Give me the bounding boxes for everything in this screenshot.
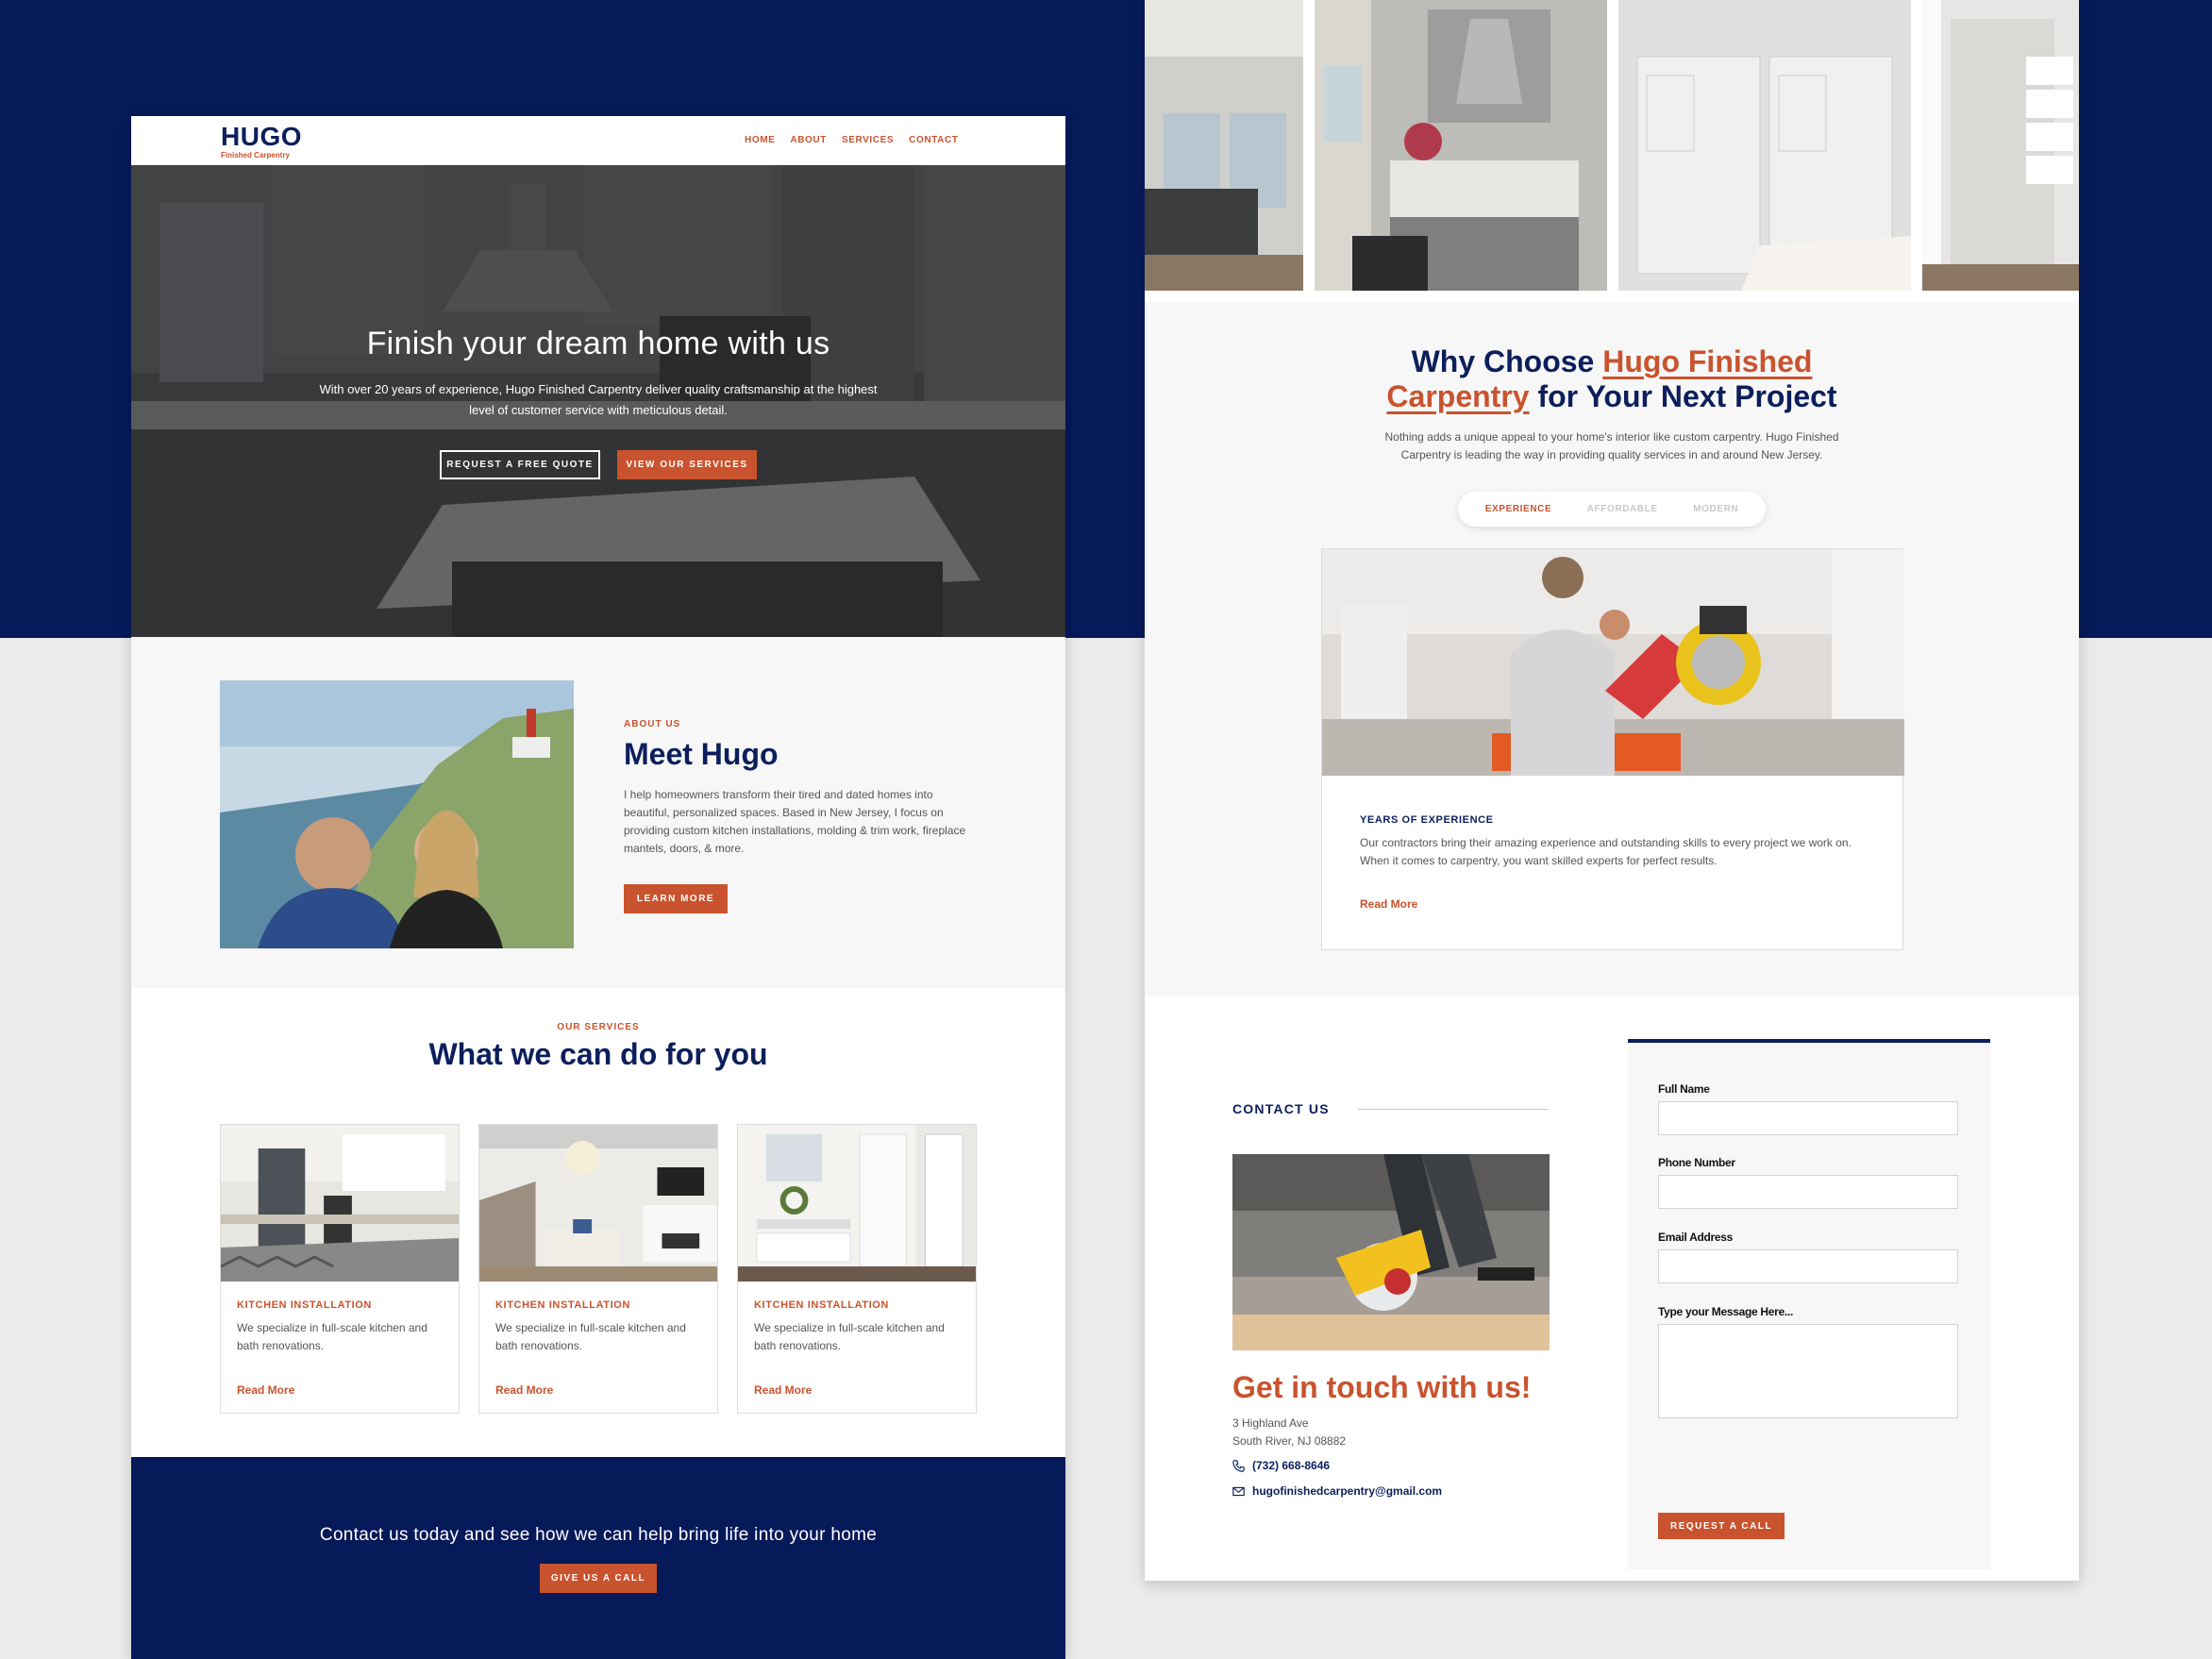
tab-affordable[interactable]: AFFORDABLE (1587, 504, 1658, 514)
email-address: hugofinishedcarpentry@gmail.com (1252, 1484, 1443, 1498)
feature-tabs: EXPERIENCE AFFORDABLE MODERN (1458, 492, 1766, 527)
nav-home[interactable]: HOME (745, 135, 775, 145)
mail-icon (1232, 1485, 1245, 1498)
email-row[interactable]: hugofinishedcarpentry@gmail.com (1232, 1484, 1442, 1498)
why-choose-title: Why Choose Hugo Finished Carpentry for Y… (1145, 344, 2079, 414)
read-more-link[interactable]: Read More (495, 1383, 553, 1397)
phone-row[interactable]: (732) 668-8646 (1232, 1459, 1330, 1472)
why-choose-text: Nothing adds a unique appeal to your hom… (1384, 430, 1839, 461)
read-more-link[interactable]: Read More (237, 1383, 294, 1397)
about-kicker: ABOUT US (624, 719, 681, 729)
logo[interactable]: HUGO Finished Carpentry (221, 122, 302, 160)
services-title: What we can do for you (428, 1037, 768, 1071)
service-title: KITCHEN INSTALLATION (495, 1299, 630, 1311)
message-label: Type your Message Here... (1658, 1305, 1794, 1318)
learn-more-button[interactable]: LEARN MORE (624, 884, 728, 913)
gallery-photo[interactable] (1145, 0, 1303, 291)
experience-card-text: Our contractors bring their amazing expe… (1360, 836, 1852, 867)
logo-subtitle: Finished Carpentry (221, 151, 290, 159)
service-card[interactable]: KITCHEN INSTALLATION We specialize in fu… (478, 1124, 718, 1414)
message-textarea[interactable] (1658, 1324, 1958, 1418)
carpenter-saw-photo (1322, 549, 1904, 776)
contact-heading: CONTACT US (1232, 1101, 1330, 1116)
read-more-link[interactable]: Read More (1360, 897, 1417, 911)
request-quote-button[interactable]: REQUEST A FREE QUOTE (440, 450, 600, 479)
hugo-couple-photo (220, 680, 574, 948)
hero-title: Finish your dream home with us (366, 326, 830, 361)
contact-heading-rule (1358, 1109, 1549, 1110)
service-text: We specialize in full-scale kitchen and … (495, 1321, 686, 1352)
tab-modern[interactable]: MODERN (1693, 504, 1738, 514)
gallery-photo[interactable] (1922, 0, 2079, 291)
inner-page-mockup: Why Choose Hugo Finished Carpentry for Y… (1145, 0, 2079, 1581)
hero-section: Finish your dream home with us With over… (131, 165, 1065, 637)
email-input[interactable] (1658, 1249, 1958, 1283)
contact-form: Full Name Phone Number Email Address Typ… (1628, 1039, 1990, 1569)
service-text: We specialize in full-scale kitchen and … (754, 1321, 945, 1352)
view-services-button[interactable]: VIEW OUR SERVICES (617, 450, 757, 479)
service-title: KITCHEN INSTALLATION (237, 1299, 372, 1311)
phone-icon (1232, 1459, 1245, 1472)
experience-card: YEARS OF EXPERIENCE Our contractors brin… (1321, 548, 1904, 950)
about-title: Meet Hugo (624, 737, 779, 771)
nav-services[interactable]: SERVICES (842, 135, 894, 145)
service-title: KITCHEN INSTALLATION (754, 1299, 889, 1311)
services-kicker: OUR SERVICES (557, 1022, 640, 1032)
site-header: HUGO Finished Carpentry HOME ABOUT SERVI… (131, 116, 1065, 165)
title-part: Why Choose (1411, 344, 1603, 378)
phone-input[interactable] (1658, 1175, 1958, 1209)
about-section: ABOUT US Meet Hugo I help homeowners tra… (131, 637, 1065, 988)
full-name-input[interactable] (1658, 1101, 1958, 1135)
phone-label: Phone Number (1658, 1156, 1735, 1169)
kitchen-photo (221, 1125, 459, 1282)
nav-about[interactable]: ABOUT (790, 135, 827, 145)
hero-subtitle: With over 20 years of experience, Hugo F… (319, 382, 878, 417)
experience-card-title: YEARS OF EXPERIENCE (1360, 814, 1494, 826)
full-name-label: Full Name (1658, 1082, 1710, 1096)
cta-text: Contact us today and see how we can help… (319, 1525, 878, 1545)
service-card[interactable]: KITCHEN INSTALLATION We specialize in fu… (220, 1124, 460, 1414)
service-text: We specialize in full-scale kitchen and … (237, 1321, 427, 1352)
gallery-photo[interactable] (1315, 0, 1607, 291)
about-text: I help homeowners transform their tired … (624, 788, 966, 855)
read-more-link[interactable]: Read More (754, 1383, 812, 1397)
living-room-photo (479, 1125, 717, 1282)
mudroom-photo (738, 1125, 976, 1282)
email-label: Email Address (1658, 1231, 1734, 1244)
cta-section: Contact us today and see how we can help… (131, 1457, 1065, 1659)
give-us-a-call-button[interactable]: GIVE US A CALL (540, 1564, 657, 1593)
phone-number: (732) 668-8646 (1252, 1459, 1331, 1472)
tab-experience[interactable]: EXPERIENCE (1485, 504, 1551, 514)
photo-gallery (1145, 0, 2079, 291)
service-card[interactable]: KITCHEN INSTALLATION We specialize in fu… (737, 1124, 977, 1414)
contact-title: Get in touch with us! (1232, 1370, 1532, 1404)
address-line-1: 3 Highland Ave (1232, 1416, 1309, 1430)
nav-contact[interactable]: CONTACT (909, 135, 958, 145)
title-part: for Your Next Project (1529, 379, 1837, 413)
homepage-mockup: HUGO Finished Carpentry HOME ABOUT SERVI… (131, 116, 1065, 1659)
address-line-2: South River, NJ 08882 (1232, 1434, 1347, 1448)
circular-saw-photo (1232, 1154, 1550, 1350)
gallery-photo[interactable] (1618, 0, 1911, 291)
contact-section: CONTACT US Get in touch with us! 3 Highl… (1145, 996, 2079, 1581)
title-highlight: Carpentry (1386, 379, 1530, 413)
title-highlight: Hugo Finished (1602, 344, 1813, 378)
services-section: OUR SERVICES What we can do for you KITC… (131, 988, 1065, 1414)
main-nav: HOME ABOUT SERVICES CONTACT (745, 135, 959, 145)
why-choose-section: Why Choose Hugo Finished Carpentry for Y… (1145, 302, 2079, 996)
request-a-call-button[interactable]: REQUEST A CALL (1658, 1513, 1785, 1539)
logo-name: HUGO (221, 122, 302, 151)
